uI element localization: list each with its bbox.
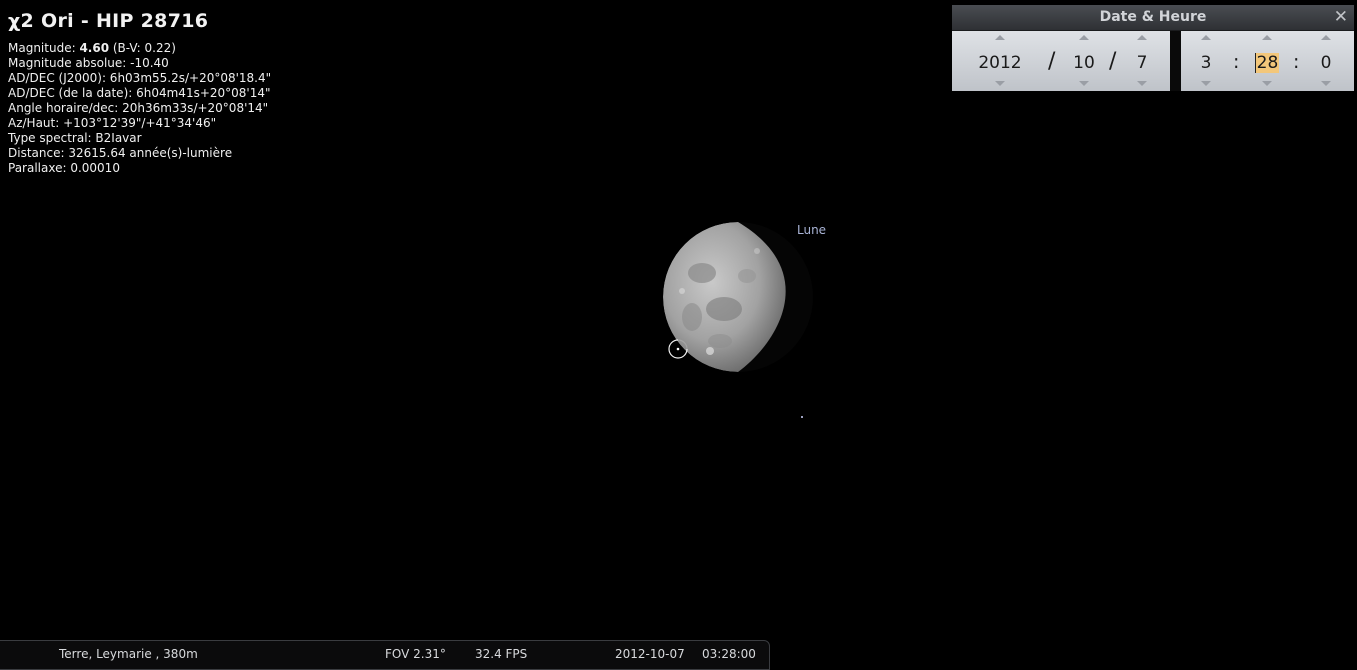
info-line: Type spectral: B2Iavar: [8, 131, 142, 145]
increment-day-icon[interactable]: [1137, 35, 1147, 40]
decrement-minute-icon[interactable]: [1262, 81, 1272, 86]
location-status: Terre, Leymarie , 380m: [59, 647, 198, 661]
moon-label: Lune: [797, 223, 827, 237]
status-bar: Terre, Leymarie , 380m FOV 2.31° 32.4 FP…: [0, 640, 770, 670]
month-value: 10: [1073, 53, 1095, 73]
date-status: 2012-10-07: [615, 647, 685, 661]
minute-selection: 28: [1254, 53, 1280, 73]
info-line: Parallaxe: 0.00010: [8, 161, 120, 175]
time-separator: :: [1293, 51, 1300, 73]
date-separator: /: [1109, 49, 1117, 74]
fov-status: FOV 2.31°: [385, 647, 446, 661]
info-line: Magnitude absolue: -10.40: [8, 56, 169, 70]
time-panel: 3 : 28 : 0: [1181, 31, 1354, 91]
minute-spinbox[interactable]: 28: [1247, 31, 1287, 91]
panel-divider: [1170, 31, 1181, 91]
year-spinbox[interactable]: 2012: [962, 31, 1038, 91]
decrement-year-icon[interactable]: [995, 81, 1005, 86]
info-line: AD/DEC (J2000): 6h03m55.2s/+20°08'18.4": [8, 71, 272, 85]
star[interactable]: [801, 416, 803, 418]
magnitude-bv: (B-V: 0.22): [109, 41, 176, 55]
decrement-hour-icon[interactable]: [1201, 81, 1211, 86]
increment-hour-icon[interactable]: [1201, 35, 1211, 40]
time-status: 03:28:00: [702, 647, 756, 661]
date-time-titlebar[interactable]: Date & Heure ✕: [952, 5, 1354, 31]
increment-minute-icon[interactable]: [1262, 35, 1272, 40]
second-spinbox[interactable]: 0: [1309, 31, 1343, 91]
increment-second-icon[interactable]: [1321, 35, 1331, 40]
info-line: Distance: 32615.64 année(s)-lumière: [8, 146, 233, 160]
info-line: Az/Haut: +103°12'39"/+41°34'46": [8, 116, 217, 130]
hour-value: 3: [1200, 53, 1212, 73]
magnitude-value: 4.60: [79, 41, 110, 55]
selection-marker-icon: [668, 339, 688, 359]
hour-spinbox[interactable]: 3: [1189, 31, 1223, 91]
increment-month-icon[interactable]: [1079, 35, 1089, 40]
info-line: Angle horaire/dec: 20h36m33s/+20°08'14": [8, 101, 269, 115]
decrement-second-icon[interactable]: [1321, 81, 1331, 86]
info-line: AD/DEC (de la date): 6h04m41s+20°08'14": [8, 86, 271, 100]
date-panel: 2012 / 10 / 7: [952, 31, 1170, 91]
info-magnitude: Magnitude: 4.60 (B-V: 0.22): [8, 41, 428, 56]
object-info-panel: χ2 Ori - HIP 28716 Magnitude: 4.60 (B-V:…: [8, 8, 428, 176]
magnitude-label: Magnitude:: [8, 41, 80, 55]
day-value: 7: [1136, 53, 1148, 73]
second-value: 0: [1320, 53, 1332, 73]
month-spinbox[interactable]: 10: [1064, 31, 1104, 91]
time-separator: :: [1233, 51, 1240, 73]
decrement-month-icon[interactable]: [1079, 81, 1089, 86]
date-separator: /: [1048, 49, 1056, 74]
date-time-window: Date & Heure ✕ 2012 / 10 / 7 3 : 28: 0: [952, 5, 1354, 91]
year-value: 2012: [978, 53, 1022, 73]
object-title: χ2 Ori - HIP 28716: [8, 10, 209, 32]
decrement-day-icon[interactable]: [1137, 81, 1147, 86]
day-spinbox[interactable]: 7: [1124, 31, 1160, 91]
fps-status: 32.4 FPS: [475, 647, 528, 661]
minute-value: 28: [1247, 53, 1287, 73]
window-title: Date & Heure: [1099, 9, 1207, 25]
increment-year-icon[interactable]: [995, 35, 1005, 40]
close-icon[interactable]: ✕: [1334, 7, 1348, 27]
